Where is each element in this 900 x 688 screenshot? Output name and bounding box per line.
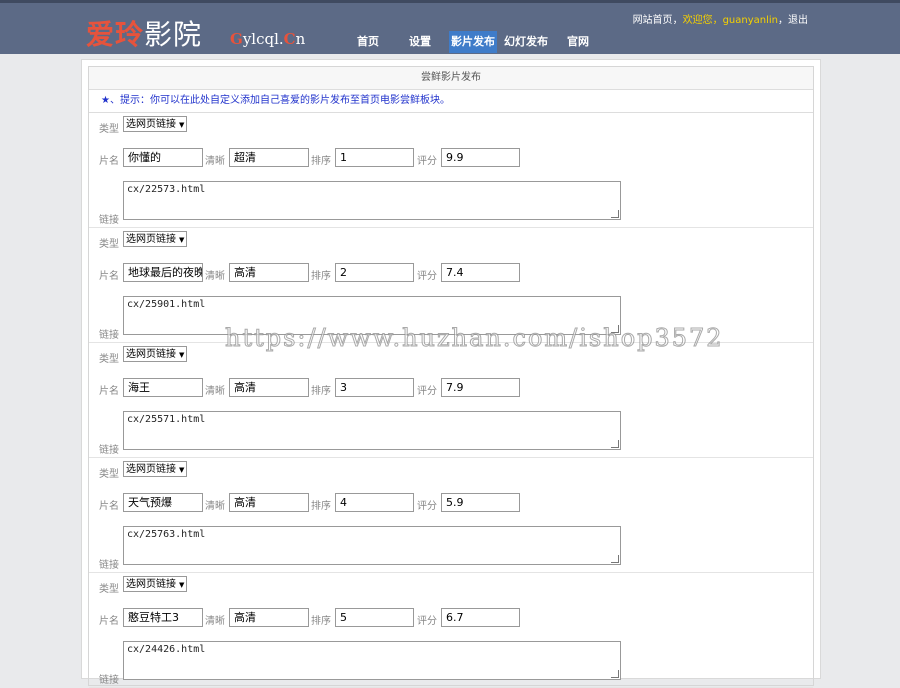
- order-input[interactable]: 5: [335, 608, 414, 627]
- movie-entry: 类型 选网页链接 ▼ 片名 天气预爆 清晰 高清 排序 4 评分 5.9 cx/25763.html 链…: [89, 458, 813, 573]
- resize-handle-icon[interactable]: [611, 325, 619, 333]
- quality-label: 清晰: [205, 386, 225, 397]
- nav-movie-publish[interactable]: 影片发布: [449, 31, 497, 53]
- welcome-text: 欢迎您: [682, 15, 713, 26]
- order-input[interactable]: 3: [335, 378, 414, 397]
- quality-label: 清晰: [205, 616, 225, 627]
- chevron-down-icon: ▼: [179, 236, 185, 244]
- hint-text: ★、提示：你可以在此处自定义添加自己喜爱的影片发布至首页电影尝鲜板块。: [89, 90, 813, 113]
- link-label: 链接: [99, 215, 119, 226]
- type-select[interactable]: 选网页链接 ▼: [123, 231, 188, 247]
- name-label: 片名: [99, 501, 119, 512]
- nav-settings[interactable]: 设置: [407, 31, 433, 53]
- name-input[interactable]: 天气预爆: [123, 493, 203, 512]
- movie-entry: 类型 选网页链接 ▼ 片名 地球最后的夜晚 清晰 高清 排序 2 评分 7.4 cx/25901.ht…: [89, 228, 813, 343]
- publish-form: 尝鲜影片发布 ★、提示：你可以在此处自定义添加自己喜爱的影片发布至首页电影尝鲜板…: [88, 66, 814, 688]
- resize-handle-icon[interactable]: [611, 440, 619, 448]
- score-label: 评分: [417, 501, 437, 512]
- name-label: 片名: [99, 271, 119, 282]
- score-input[interactable]: 6.7: [441, 608, 520, 627]
- resize-handle-icon[interactable]: [611, 555, 619, 563]
- quality-label: 清晰: [205, 271, 225, 282]
- chevron-down-icon: ▼: [179, 581, 185, 589]
- username: guanyanlin: [722, 15, 778, 26]
- quality-input[interactable]: 高清: [229, 263, 309, 282]
- link-label: 链接: [99, 445, 119, 456]
- quality-input[interactable]: 超清: [229, 148, 309, 167]
- type-select[interactable]: 选网页链接 ▼: [123, 116, 188, 132]
- type-label: 类型: [99, 239, 119, 250]
- type-label: 类型: [99, 584, 119, 595]
- movie-entry: 类型 选网页链接 ▼ 片名 你懂的 清晰 超清 排序 1 评分 9.9 cx/22573.html 链接: [89, 113, 813, 228]
- quality-label: 清晰: [205, 501, 225, 512]
- link-label: 链接: [99, 330, 119, 341]
- name-input[interactable]: 海王: [123, 378, 203, 397]
- quality-input[interactable]: 高清: [229, 493, 309, 512]
- movie-entry: 类型 选网页链接 ▼ 片名 憨豆特工3 清晰 高清 排序 5 评分 6.7 cx/24426.html…: [89, 573, 813, 688]
- type-select[interactable]: 选网页链接 ▼: [123, 346, 188, 362]
- type-select[interactable]: 选网页链接 ▼: [123, 576, 188, 592]
- link-label: 链接: [99, 675, 119, 686]
- top-header: 爱玲影院 Gylcql.Cn 首页 设置 影片发布 幻灯发布 官网 网站首页，欢…: [0, 0, 900, 54]
- name-label: 片名: [99, 156, 119, 167]
- order-label: 排序: [311, 386, 331, 397]
- link-textarea[interactable]: cx/22573.html: [123, 181, 621, 220]
- quality-label: 清晰: [205, 156, 225, 167]
- user-links: 网站首页，欢迎您，guanyanlin，退出: [632, 15, 808, 26]
- score-label: 评分: [417, 616, 437, 627]
- entry-list: 类型 选网页链接 ▼ 片名 你懂的 清晰 超清 排序 1 评分 9.9 cx/22573.html 链接…: [89, 113, 813, 688]
- name-label: 片名: [99, 616, 119, 627]
- site-logo[interactable]: 爱玲影院: [86, 13, 202, 53]
- name-input[interactable]: 地球最后的夜晚: [123, 263, 203, 282]
- order-label: 排序: [311, 156, 331, 167]
- link-textarea[interactable]: cx/25763.html: [123, 526, 621, 565]
- panel-title: 尝鲜影片发布: [89, 67, 813, 90]
- nav-official-site[interactable]: 官网: [565, 31, 591, 53]
- order-input[interactable]: 4: [335, 493, 414, 512]
- quality-input[interactable]: 高清: [229, 608, 309, 627]
- chevron-down-icon: ▼: [179, 121, 185, 129]
- order-input[interactable]: 1: [335, 148, 414, 167]
- score-input[interactable]: 9.9: [441, 148, 520, 167]
- site-logo-domain: Gylcql.Cn: [230, 30, 306, 48]
- link-label: 链接: [99, 560, 119, 571]
- link-textarea[interactable]: cx/25571.html: [123, 411, 621, 450]
- quality-input[interactable]: 高清: [229, 378, 309, 397]
- name-label: 片名: [99, 386, 119, 397]
- chevron-down-icon: ▼: [179, 351, 185, 359]
- link-textarea[interactable]: cx/24426.html: [123, 641, 621, 680]
- resize-handle-icon[interactable]: [611, 670, 619, 678]
- type-label: 类型: [99, 124, 119, 135]
- chevron-down-icon: ▼: [179, 466, 185, 474]
- content-panel: 尝鲜影片发布 ★、提示：你可以在此处自定义添加自己喜爱的影片发布至首页电影尝鲜板…: [81, 59, 821, 688]
- score-input[interactable]: 7.4: [441, 263, 520, 282]
- link-textarea[interactable]: cx/25901.html: [123, 296, 621, 335]
- movie-entry: 类型 选网页链接 ▼ 片名 海王 清晰 高清 排序 3 评分 7.9 cx/25571.html 链接: [89, 343, 813, 458]
- type-select[interactable]: 选网页链接 ▼: [123, 461, 188, 477]
- score-input[interactable]: 7.9: [441, 378, 520, 397]
- order-label: 排序: [311, 501, 331, 512]
- score-label: 评分: [417, 386, 437, 397]
- nav-home[interactable]: 首页: [355, 31, 381, 53]
- score-input[interactable]: 5.9: [441, 493, 520, 512]
- resize-handle-icon[interactable]: [611, 210, 619, 218]
- order-label: 排序: [311, 271, 331, 282]
- type-label: 类型: [99, 469, 119, 480]
- name-input[interactable]: 憨豆特工3: [123, 608, 203, 627]
- logout-link[interactable]: 退出: [788, 15, 808, 26]
- name-input[interactable]: 你懂的: [123, 148, 203, 167]
- site-home-link[interactable]: 网站首页: [633, 15, 673, 26]
- type-label: 类型: [99, 354, 119, 365]
- order-label: 排序: [311, 616, 331, 627]
- order-input[interactable]: 2: [335, 263, 414, 282]
- nav-slide-publish[interactable]: 幻灯发布: [502, 31, 550, 53]
- score-label: 评分: [417, 156, 437, 167]
- score-label: 评分: [417, 271, 437, 282]
